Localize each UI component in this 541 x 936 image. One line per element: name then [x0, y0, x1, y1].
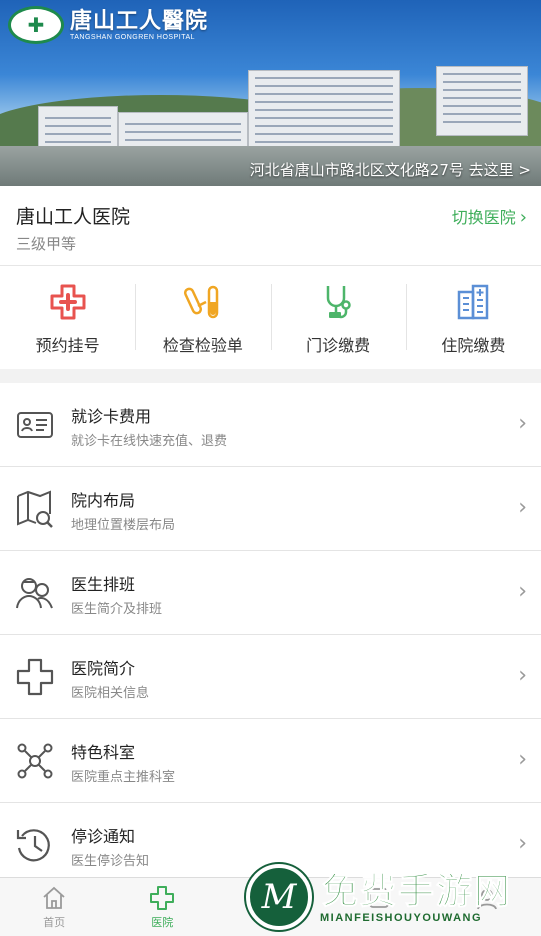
test-tube-icon [183, 285, 219, 319]
menu-item-departments[interactable]: 特色科室 医院重点主推科室 › [0, 719, 541, 803]
address-link[interactable]: 河北省唐山市路北区文化路27号 去这里 > [250, 159, 531, 180]
menu-title: 就诊卡费用 [71, 407, 152, 426]
cross-outline-icon [16, 658, 54, 696]
chevron-right-icon: › [518, 747, 527, 772]
building-right [436, 66, 528, 136]
map-search-icon [17, 490, 53, 528]
menu-subtitle: 就诊卡在线快速充值、退费 [71, 434, 228, 449]
tab-home-label: 首页 [43, 916, 66, 929]
hospital-level: 三级甲等 [16, 235, 77, 253]
tab-home[interactable]: 首页 [0, 878, 108, 936]
hospital-banner: ✚ 唐山工人醫院 TANGSHAN GONGREN HOSPITAL 河北省唐山… [0, 0, 541, 186]
menu-item-doctor-schedule[interactable]: 医生排班 医生简介及排班 › [0, 551, 541, 635]
tab-3[interactable] [216, 878, 324, 936]
menu-item-card-fees[interactable]: 就诊卡费用 就诊卡在线快速充值、退费 › [0, 383, 541, 467]
doctors-icon [16, 578, 53, 609]
hospital-logo: ✚ 唐山工人醫院 TANGSHAN GONGREN HOSPITAL [8, 6, 208, 44]
bottom-tab-bar: 首页 医院 [0, 877, 541, 936]
menu-subtitle: 医院相关信息 [71, 686, 150, 701]
tab-4[interactable] [325, 878, 433, 936]
menu-item-layout[interactable]: 院内布局 地理位置楼层布局 › [0, 467, 541, 551]
hospital-cross-icon [150, 886, 175, 910]
menu-item-suspension-notice[interactable]: 停诊通知 医生停诊告知 › [0, 803, 541, 887]
tab-icon [368, 888, 389, 908]
chevron-right-icon: › [518, 831, 527, 856]
chevron-right-icon: › [518, 663, 527, 688]
hospital-name: 唐山工人医院 [16, 206, 131, 228]
menu-subtitle: 医院重点主推科室 [71, 770, 176, 785]
menu-item-hospital-intro[interactable]: 医院简介 医院相关信息 › [0, 635, 541, 719]
outpatient-payment-button[interactable]: 门诊缴费 [270, 266, 406, 369]
switch-hospital-button[interactable]: 切换医院 › [452, 204, 527, 228]
hospital-logo-text: 唐山工人醫院 [70, 7, 209, 34]
network-icon [17, 743, 53, 779]
quick-actions: 预约挂号 检查检验单 门诊缴费 住院缴费 [0, 266, 541, 369]
app-screen: ✚ 唐山工人醫院 TANGSHAN GONGREN HOSPITAL 河北省唐山… [0, 0, 541, 936]
building-main [248, 70, 400, 156]
menu-subtitle: 地理位置楼层布局 [71, 518, 176, 533]
clock-history-icon [16, 829, 50, 862]
inpatient-payment-label: 住院缴费 [441, 336, 506, 355]
menu-title: 停诊通知 [71, 827, 136, 846]
chevron-right-icon: › [518, 579, 527, 604]
menu-title: 特色科室 [71, 743, 136, 762]
home-icon [43, 886, 65, 909]
inpatient-payment-button[interactable]: 住院缴费 [405, 266, 541, 369]
red-cross-icon [50, 284, 86, 320]
test-results-button[interactable]: 检查检验单 [135, 266, 270, 369]
test-results-label: 检查检验单 [162, 336, 243, 355]
hospital-logo-subtitle: TANGSHAN GONGREN HOSPITAL [70, 33, 196, 41]
service-menu: 就诊卡费用 就诊卡在线快速充值、退费 › 院内布局 地理位置楼层布局 › 医生排… [0, 383, 541, 887]
menu-subtitle: 医生简介及排班 [71, 602, 163, 617]
hospital-logo-text-block: 唐山工人醫院 TANGSHAN GONGREN HOSPITAL [70, 10, 208, 41]
appointment-button[interactable]: 预约挂号 [0, 266, 135, 369]
appointment-label: 预约挂号 [35, 336, 100, 355]
menu-title: 院内布局 [71, 491, 136, 510]
tab-hospital[interactable]: 医院 [108, 878, 216, 936]
chevron-right-icon: › [519, 207, 527, 228]
tab-5[interactable] [433, 878, 541, 936]
chevron-right-icon: › [518, 495, 527, 520]
tab-hospital-label: 医院 [151, 916, 174, 929]
tab-icon [477, 889, 497, 910]
outpatient-payment-label: 门诊缴费 [306, 336, 371, 355]
hospital-logo-emblem: ✚ [8, 6, 64, 44]
switch-hospital-label: 切换医院 [451, 208, 516, 227]
id-card-icon [17, 412, 53, 438]
menu-subtitle: 医生停诊告知 [71, 854, 150, 869]
hospital-building-icon [458, 284, 489, 320]
hospital-info-card: 唐山工人医院 三级甲等 切换医院 › [0, 186, 541, 266]
tab-icon [260, 888, 281, 908]
menu-title: 医生排班 [71, 575, 136, 594]
chevron-right-icon: › [518, 411, 527, 436]
stethoscope-icon [326, 286, 351, 319]
menu-title: 医院简介 [71, 659, 136, 678]
